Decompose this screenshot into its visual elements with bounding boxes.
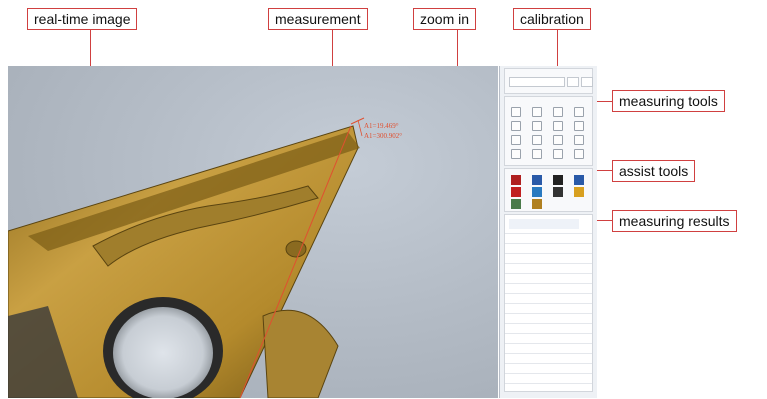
- line-icon[interactable]: [511, 107, 521, 117]
- area-icon[interactable]: [574, 149, 584, 159]
- real-time-image-viewport[interactable]: A1=19.469° A1=300.902°: [8, 66, 498, 398]
- circle-icon[interactable]: [574, 107, 584, 117]
- save-icon[interactable]: [532, 187, 542, 197]
- point-icon[interactable]: [511, 135, 521, 145]
- results-row-divider: [505, 373, 592, 374]
- edit-icon[interactable]: [532, 175, 542, 185]
- color-icon[interactable]: [511, 175, 521, 185]
- tool-panel: [499, 66, 597, 398]
- calibration-unit[interactable]: [581, 77, 593, 87]
- distance-icon[interactable]: [532, 135, 542, 145]
- results-row-divider: [505, 323, 592, 324]
- results-row-divider: [505, 253, 592, 254]
- marker-icon[interactable]: [553, 175, 563, 185]
- results-row-divider: [505, 383, 592, 384]
- ellipse-icon[interactable]: [574, 135, 584, 145]
- results-row-divider: [505, 273, 592, 274]
- polygon-icon[interactable]: [574, 121, 584, 131]
- results-row-divider: [505, 263, 592, 264]
- delete-icon[interactable]: [511, 187, 521, 197]
- export-icon[interactable]: [574, 187, 584, 197]
- rectangle-icon[interactable]: [511, 121, 521, 131]
- measuring-results-section[interactable]: [504, 214, 593, 392]
- callout-zoom-in: zoom in: [413, 8, 477, 30]
- report-icon[interactable]: [532, 199, 542, 209]
- radius-icon[interactable]: [553, 135, 563, 145]
- insert-lower-edge: [262, 309, 339, 398]
- results-row-divider: [505, 313, 592, 314]
- callout-assist-tools: assist tools: [612, 160, 696, 182]
- results-row-divider: [505, 303, 592, 304]
- results-row-divider: [505, 243, 592, 244]
- results-row-divider: [505, 233, 592, 234]
- callout-measuring-tools: measuring tools: [612, 90, 725, 112]
- results-row-divider: [505, 353, 592, 354]
- parallel-icon[interactable]: [532, 107, 542, 117]
- camera-icon[interactable]: [574, 175, 584, 185]
- measure-line-top: [350, 117, 365, 125]
- callout-measurement: measurement: [268, 8, 368, 30]
- measuring-tools-section: [504, 96, 593, 166]
- settings-icon[interactable]: [511, 199, 521, 209]
- measure-annotation-2: A1=300.902°: [364, 132, 402, 140]
- results-row-divider: [505, 333, 592, 334]
- callout-real-time-image: real-time image: [27, 8, 138, 30]
- count-icon[interactable]: [553, 149, 563, 159]
- arc-icon[interactable]: [553, 121, 563, 131]
- callout-calibration: calibration: [513, 8, 591, 30]
- results-row-1[interactable]: [509, 219, 579, 229]
- results-row-divider: [505, 343, 592, 344]
- assist-tools-section: [504, 168, 593, 212]
- results-row-divider: [505, 293, 592, 294]
- clear-icon[interactable]: [553, 187, 563, 197]
- callout-measuring-results: measuring results: [612, 210, 737, 232]
- results-row-divider: [505, 363, 592, 364]
- calibration-button[interactable]: [567, 77, 579, 87]
- calibration-dropdown[interactable]: [509, 77, 565, 87]
- results-row-divider: [505, 283, 592, 284]
- insert-image: A1=19.469° A1=300.902°: [8, 117, 402, 398]
- curve-icon[interactable]: [511, 149, 521, 159]
- calibration-section: [504, 68, 593, 94]
- text-icon[interactable]: [532, 149, 542, 159]
- angle-icon[interactable]: [532, 121, 542, 131]
- measure-annotation-1: A1=19.469°: [364, 122, 399, 130]
- perpendicular-icon[interactable]: [553, 107, 563, 117]
